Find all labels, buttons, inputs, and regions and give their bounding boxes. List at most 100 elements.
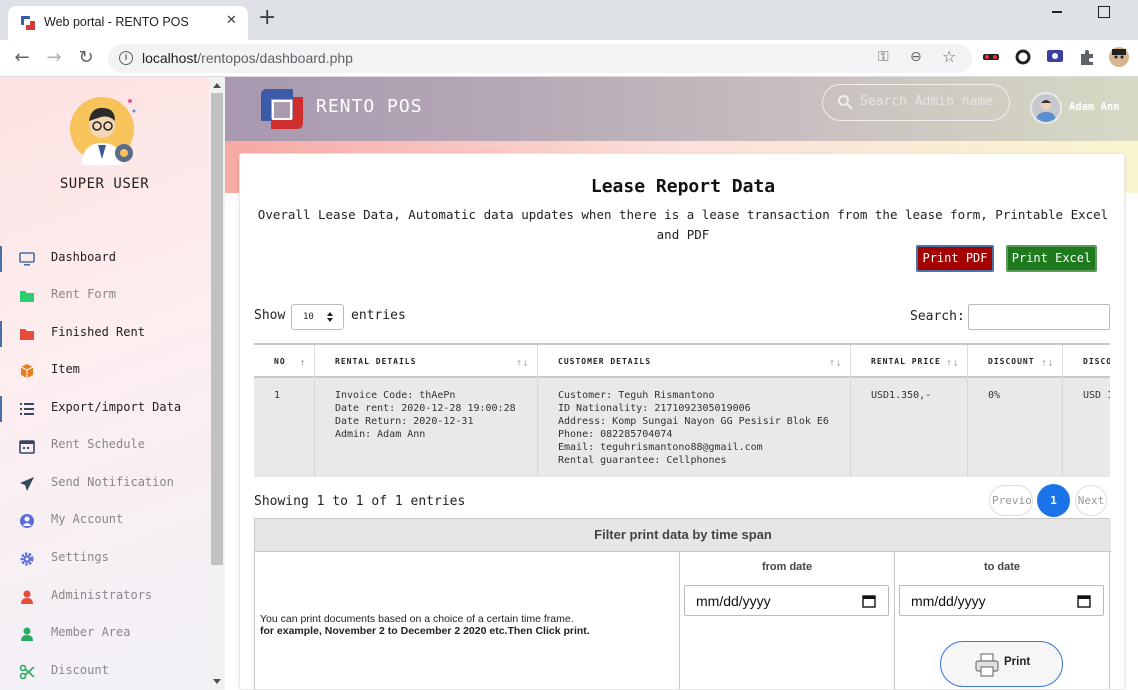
info-icon[interactable]: i [119, 51, 133, 65]
column-header-disco[interactable]: DISCO [1062, 345, 1110, 378]
to-date-input[interactable]: mm/dd/yyyy [899, 585, 1104, 616]
minimize-icon[interactable] [1052, 11, 1062, 13]
table-info: Showing 1 to 1 of 1 entries [254, 494, 466, 509]
scissors-icon [19, 664, 35, 680]
page-title: Lease Report Data [590, 176, 776, 197]
super-user-avatar [70, 97, 136, 165]
pagination-page-1[interactable]: 1 [1037, 484, 1070, 517]
sidebar-item-label: Item [51, 362, 80, 376]
sidebar-item-item[interactable]: Item [0, 354, 209, 388]
calendar-icon[interactable] [862, 594, 876, 608]
sidebar-item-label: My Account [51, 512, 124, 526]
sort-icon: ↑ [299, 359, 306, 368]
sidebar-item-label: Finished Rent [51, 325, 145, 339]
cell-discount: 0% [967, 378, 1062, 477]
page-description: Overall Lease Data, Automatic data updat… [257, 207, 1109, 242]
scroll-down-icon[interactable] [213, 679, 221, 684]
forward-icon[interactable]: → [44, 48, 64, 68]
extension-glasses-icon[interactable] [982, 48, 1000, 66]
entries-select[interactable]: 10 [291, 304, 344, 330]
table-search-input[interactable] [968, 304, 1110, 330]
sidebar-item-dashboard[interactable]: Dashboard [0, 242, 209, 276]
sort-icon: ↑↓ [1040, 359, 1054, 368]
filter-description: You can print documents based on a choic… [255, 552, 680, 689]
folder-icon [20, 291, 34, 302]
new-tab-icon[interactable]: + [258, 7, 276, 29]
sidebar-item-export-import[interactable]: Export/import Data [0, 392, 209, 426]
scroll-up-icon[interactable] [213, 83, 221, 88]
table-row: 1 Invoice Code: thAePn Date rent: 2020-1… [254, 378, 1110, 477]
key-icon[interactable]: ⚿ [878, 49, 889, 65]
close-tab-icon[interactable]: ✕ [226, 13, 237, 28]
rento-logo-icon [261, 89, 303, 129]
sidebar-item-label: Discount [51, 663, 109, 677]
sidebar-scrollbar[interactable] [209, 77, 225, 690]
avatar[interactable] [1030, 92, 1062, 124]
user-circle-icon [20, 514, 34, 528]
user-role: SUPER USER [59, 176, 150, 192]
extension-screen-icon[interactable] [1046, 48, 1064, 66]
print-excel-button[interactable]: Print Excel [1006, 245, 1097, 272]
bookmark-star-icon[interactable]: ☆ [942, 47, 956, 66]
brand-name: RENTO POS [316, 96, 423, 117]
filter-title: Filter print data by time span [255, 519, 1111, 552]
print-button[interactable]: Print [940, 641, 1063, 687]
user-icon [21, 627, 33, 641]
back-icon[interactable]: ← [12, 48, 32, 68]
admin-search-input[interactable]: Search Admin name [822, 84, 1010, 121]
sidebar-item-settings[interactable]: Settings [0, 542, 209, 576]
print-pdf-button[interactable]: Print PDF [916, 245, 994, 272]
from-date-column: from date mm/dd/yyyy [680, 552, 895, 689]
cell-rental-price: USD1.350,- [850, 378, 967, 477]
pagination-next[interactable]: Next [1075, 485, 1107, 516]
sidebar-item-label: Member Area [51, 625, 131, 639]
reload-icon[interactable]: ↻ [76, 48, 96, 68]
cube-icon [20, 364, 34, 378]
updown-arrow-icon [327, 312, 333, 322]
sidebar: SUPER USER Dashboard Rent Form Finished … [0, 77, 209, 690]
print-filter-table: Filter print data by time span You can p… [254, 518, 1111, 689]
user-name[interactable]: Adam Ann [1069, 101, 1120, 113]
profile-avatar-icon[interactable] [1108, 46, 1130, 68]
entries-label: entries [351, 308, 406, 323]
sidebar-item-my-account[interactable]: My Account [0, 504, 209, 538]
sidebar-item-label: Dashboard [51, 250, 117, 264]
folder-icon [20, 329, 34, 340]
calendar-icon[interactable] [1077, 594, 1091, 608]
list-icon [20, 403, 34, 415]
browser-tab[interactable]: Web portal - RENTO POS ✕ [8, 6, 248, 40]
maximize-icon[interactable] [1098, 6, 1110, 18]
scrollbar-thumb[interactable] [211, 93, 223, 565]
sidebar-item-send-notification[interactable]: Send Notification [0, 467, 209, 501]
from-date-input[interactable]: mm/dd/yyyy [684, 585, 889, 616]
sidebar-item-label: Rent Form [51, 287, 117, 301]
address-bar[interactable]: i localhost/rentopos/dashboard.php ⚿ ⊖ ☆ [108, 44, 972, 73]
monitor-icon [19, 252, 35, 266]
sidebar-item-discount[interactable]: Discount [0, 655, 209, 689]
sidebar-item-rent-schedule[interactable]: Rent Schedule [0, 429, 209, 463]
column-header-discount[interactable]: DISCOUNT ↑↓ [967, 345, 1062, 378]
sidebar-item-rent-form[interactable]: Rent Form [0, 279, 209, 313]
zoom-icon[interactable]: ⊖ [910, 49, 922, 65]
tab-title: Web portal - RENTO POS [44, 15, 189, 29]
column-header-no[interactable]: NO ↑ [254, 345, 314, 378]
calendar-icon [19, 440, 35, 454]
report-card: Lease Report Data Overall Lease Data, Au… [239, 153, 1125, 690]
sidebar-item-label: Export/import Data [51, 400, 182, 414]
column-header-customer-details[interactable]: CUSTOMER DETAILS ↑↓ [537, 345, 850, 378]
extensions-puzzle-icon[interactable] [1078, 48, 1096, 66]
user-avatar-icon [1036, 100, 1056, 122]
from-date-label: from date [761, 561, 813, 573]
cell-rental-details: Invoice Code: thAePn Date rent: 2020-12-… [314, 378, 537, 477]
sort-icon: ↑↓ [828, 359, 842, 368]
sidebar-item-member-area[interactable]: Member Area [0, 617, 209, 651]
extension-ring-icon[interactable] [1014, 48, 1032, 66]
sidebar-item-label: Administrators [51, 588, 153, 602]
cell-customer-details: Customer: Teguh Rismantono ID Nationalit… [537, 378, 850, 477]
search-icon [838, 95, 853, 110]
sidebar-item-administrators[interactable]: Administrators [0, 580, 209, 614]
column-header-rental-price[interactable]: RENTAL PRICE ↑↓ [850, 345, 967, 378]
sidebar-item-finished-rent[interactable]: Finished Rent [0, 317, 209, 351]
column-header-rental-details[interactable]: RENTAL DETAILS ↑↓ [314, 345, 537, 378]
pagination-previous[interactable]: Previous [989, 485, 1033, 516]
